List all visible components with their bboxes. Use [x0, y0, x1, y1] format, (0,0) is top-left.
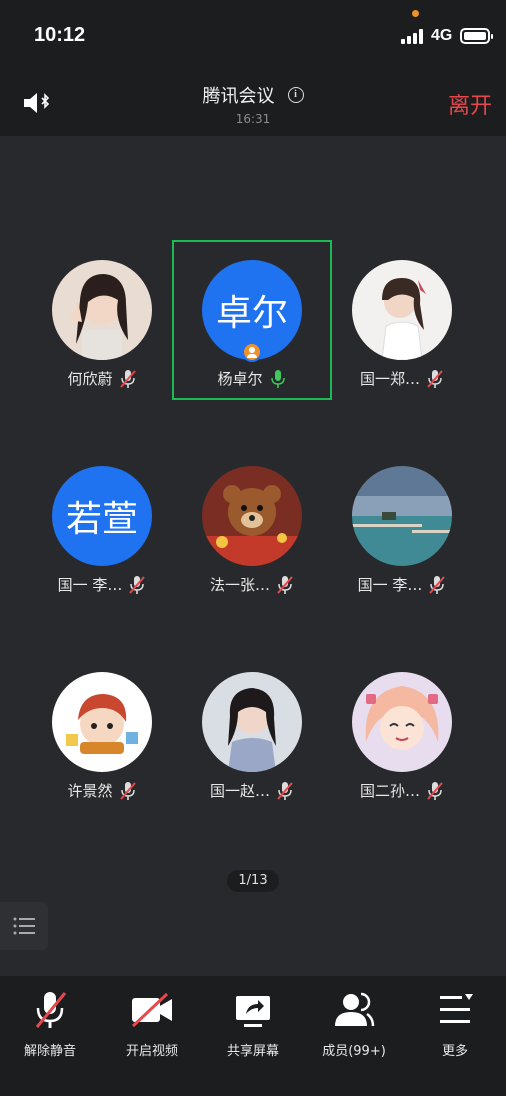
mic-muted-icon — [427, 369, 443, 388]
avatar — [52, 260, 152, 360]
privacy-indicator-dot — [412, 10, 419, 17]
meeting-title[interactable]: 腾讯会议 — [202, 82, 274, 108]
mic-muted-icon — [429, 575, 446, 594]
more-menu-icon — [440, 994, 473, 1023]
participant-tile[interactable]: 许景然 — [22, 652, 182, 812]
share-screen-icon — [236, 996, 270, 1027]
mic-muted-icon — [35, 992, 67, 1028]
more-label: 更多 — [441, 1044, 468, 1059]
bottom-toolbar: 解除静音 开启视频 共享屏幕 成员(99+) 更多 — [0, 976, 506, 1096]
participant-name: 国一郑… — [359, 370, 420, 388]
network-type: 4G — [431, 27, 453, 44]
avatar — [352, 672, 452, 772]
participant-name-row: 国一郑… — [322, 368, 482, 389]
participant-name: 国二孙… — [359, 782, 420, 800]
share-screen-button[interactable]: 共享屏幕 — [203, 990, 303, 1059]
share-screen-label: 共享屏幕 — [226, 1044, 279, 1059]
start-video-button[interactable]: 开启视频 — [102, 990, 202, 1059]
participant-tile[interactable]: 何欣蔚 — [22, 240, 182, 400]
members-label: 成员(99+) — [322, 1044, 386, 1059]
host-icon — [242, 342, 262, 362]
page-indicator: 1/13 — [227, 870, 279, 892]
mic-muted-icon — [277, 781, 293, 800]
participant-name: 何欣蔚 — [67, 370, 113, 388]
start-video-label: 开启视频 — [125, 1044, 178, 1059]
participant-name-row: 何欣蔚 — [22, 368, 182, 389]
signal-icon — [401, 28, 427, 44]
participant-name: 国一 李… — [57, 576, 123, 594]
mic-muted-icon — [119, 781, 136, 800]
avatar — [352, 466, 452, 566]
list-icon — [13, 917, 35, 935]
mic-muted-icon — [119, 369, 136, 388]
members-icon — [335, 992, 375, 1027]
avatar — [202, 466, 302, 566]
participant-name: 国一 李… — [357, 576, 423, 594]
participant-name-row: 国一 李… — [322, 574, 482, 595]
participant-grid: 何欣蔚 卓尔 杨卓尔 国一郑… 若萱 国一 李… 法一张… 国一 李… 许景然 — [0, 136, 506, 976]
participant-tile[interactable]: 法一张… — [172, 446, 332, 606]
participant-name: 法一张… — [209, 576, 270, 594]
mic-muted-icon — [129, 575, 146, 594]
meeting-duration: 16:31 — [235, 112, 271, 126]
participant-name-row: 国一 李… — [22, 574, 182, 595]
unmute-label: 解除静音 — [23, 1044, 76, 1059]
participant-tile[interactable]: 国一 李… — [322, 446, 482, 606]
participant-tile[interactable]: 国二孙… — [322, 652, 482, 812]
info-icon[interactable]: i — [287, 87, 304, 103]
avatar — [202, 672, 302, 772]
status-time: 10:12 — [34, 24, 86, 46]
mic-muted-icon — [277, 575, 293, 594]
unmute-button[interactable]: 解除静音 — [0, 990, 100, 1059]
avatar — [352, 260, 452, 360]
avatar: 若萱 — [52, 466, 152, 566]
status-bar: 10:12 4G — [0, 0, 506, 70]
participant-tile[interactable]: 国一郑… — [322, 240, 482, 400]
participant-name-row: 国二孙… — [322, 780, 482, 801]
video-off-icon — [131, 992, 172, 1028]
members-button[interactable]: 成员(99+) — [304, 990, 404, 1059]
participant-name-row: 杨卓尔 — [172, 368, 332, 389]
participant-name-row: 国一赵… — [172, 780, 332, 801]
participant-name: 杨卓尔 — [217, 370, 263, 388]
meeting-header: 腾讯会议 i 16:31 离开 — [0, 70, 506, 136]
mic-muted-icon — [427, 781, 443, 800]
participant-tile[interactable]: 国一赵… — [172, 652, 332, 812]
participant-name: 国一赵… — [209, 782, 270, 800]
list-view-button[interactable] — [0, 902, 48, 950]
participant-tile-active-speaker[interactable]: 卓尔 杨卓尔 — [172, 240, 332, 400]
avatar — [52, 672, 152, 772]
participant-name: 许景然 — [67, 782, 113, 800]
more-button[interactable]: 更多 — [405, 990, 505, 1059]
mic-active-icon — [270, 369, 285, 388]
participant-name-row: 法一张… — [172, 574, 332, 595]
battery-icon — [460, 28, 493, 44]
participant-name-row: 许景然 — [22, 780, 182, 801]
leave-button[interactable]: 离开 — [448, 88, 492, 120]
participant-tile[interactable]: 若萱 国一 李… — [22, 446, 182, 606]
